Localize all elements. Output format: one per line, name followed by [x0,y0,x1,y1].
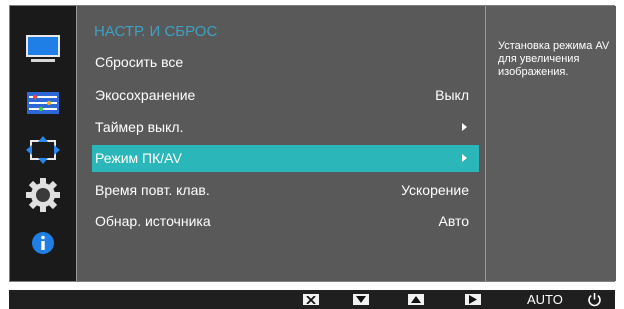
menu-item-label: Обнар. источника [95,213,211,229]
sidebar [10,6,76,281]
help-text: Установка режима AV для увеличения изобр… [498,40,610,78]
menu-item-eco-saving[interactable]: Экосохранение Выкл [92,82,479,109]
menu-item-value: Ускорение [401,182,469,198]
up-key-icon[interactable] [408,294,424,305]
menu-item-label: Режим ПК/AV [95,150,182,166]
button-guide-bar: AUTO [9,290,615,309]
menu-item-label: Таймер выкл. [95,119,184,135]
menu-item-label: Время повт. клав. [95,182,210,198]
gear-icon[interactable] [25,177,61,213]
menu-item-pc-av-mode[interactable]: Режим ПК/AV [92,145,479,172]
info-icon[interactable] [25,225,61,261]
chevron-right-icon [462,123,467,131]
close-key-icon[interactable] [303,294,319,305]
menu-item-value: Выкл [435,87,469,103]
power-icon[interactable] [587,292,602,307]
down-key-icon[interactable] [353,294,369,305]
menu-title: НАСТР. И СБРОС [94,23,218,40]
menu-item-reset-all[interactable]: Сбросить все [92,49,479,76]
osd-window: НАСТР. И СБРОС Сбросить все Экосохранени… [9,5,616,282]
menu-item-label: Экосохранение [95,87,196,103]
menu-item-label: Сбросить все [95,54,184,70]
help-panel: Установка режима AV для увеличения изобр… [486,6,616,281]
monitor-icon[interactable] [25,31,61,67]
menu-item-value: Авто [438,213,469,229]
menu-item-key-repeat-time[interactable]: Время повт. клав. Ускорение [92,177,479,204]
chevron-right-icon [462,154,467,162]
menu-item-source-detection[interactable]: Обнар. источника Авто [92,208,479,235]
menu-panel: НАСТР. И СБРОС Сбросить все Экосохранени… [76,6,486,281]
auto-button-label[interactable]: AUTO [527,292,563,307]
resize-icon[interactable] [25,132,61,168]
right-key-icon[interactable] [465,294,481,305]
menu-item-off-timer[interactable]: Таймер выкл. [92,114,479,141]
color-settings-icon[interactable] [25,85,61,121]
